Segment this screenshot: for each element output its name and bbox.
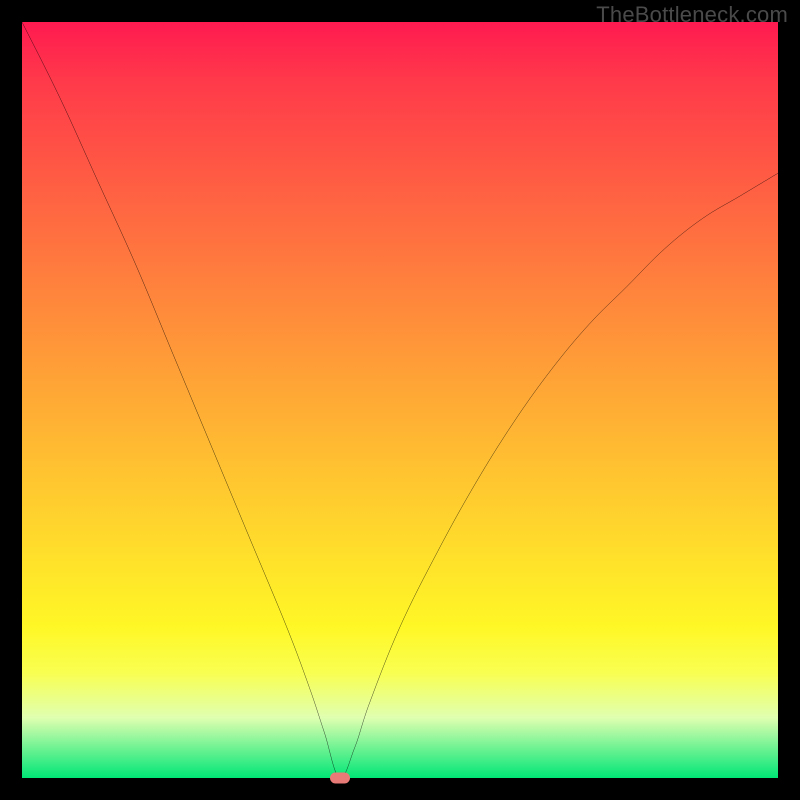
bottleneck-curve xyxy=(22,22,778,778)
plot-area xyxy=(22,22,778,778)
chart-frame: TheBottleneck.com xyxy=(0,0,800,800)
watermark-text: TheBottleneck.com xyxy=(596,2,788,28)
curve-path xyxy=(22,22,778,778)
optimal-marker xyxy=(330,773,350,784)
